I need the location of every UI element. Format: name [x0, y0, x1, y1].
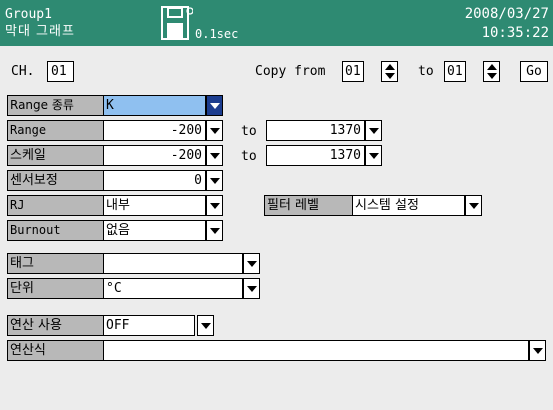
go-button[interactable]: Go — [520, 61, 548, 82]
range-type-label: Range 종류 — [7, 95, 104, 116]
math-use-label: 연산 사용 — [7, 315, 104, 336]
filter-level-field[interactable]: 시스템 설정 — [352, 195, 465, 216]
range-from-dropdown[interactable] — [206, 120, 223, 141]
copy-to-field[interactable]: 01 — [444, 61, 466, 82]
rj-label: RJ — [7, 195, 104, 216]
range-type-field[interactable]: K — [103, 95, 206, 116]
sensor-correction-label: 센서보정 — [7, 170, 104, 191]
sensor-correction-field[interactable]: 0 — [103, 170, 206, 191]
copy-to-label: to — [418, 64, 434, 79]
time-display: 10:35:22 — [481, 25, 549, 41]
math-expression-field[interactable] — [103, 340, 529, 361]
filter-level-dropdown[interactable] — [465, 195, 482, 216]
scale-from-dropdown[interactable] — [206, 145, 223, 166]
filter-level-label: 필터 레벨 — [264, 195, 353, 216]
floppy-disk-icon — [161, 6, 193, 40]
range-from-field[interactable]: -200 — [103, 120, 206, 141]
spin-up-icon — [385, 64, 395, 70]
sample-interval: 0.1sec — [195, 27, 239, 41]
burnout-label: Burnout — [7, 220, 104, 241]
spin-down-icon — [385, 73, 395, 79]
group-name: Group1 — [5, 7, 52, 22]
range-to-field[interactable]: 1370 — [266, 120, 365, 141]
unit-label: 단위 — [7, 278, 104, 299]
tag-field[interactable] — [103, 253, 243, 274]
rj-dropdown[interactable] — [206, 195, 223, 216]
range-to-label: to — [241, 124, 257, 139]
rj-field[interactable]: 내부 — [103, 195, 206, 216]
scale-to-label: to — [241, 149, 257, 164]
scale-label: 스케일 — [7, 145, 104, 166]
range-to-dropdown[interactable] — [365, 120, 382, 141]
spin-up-icon — [487, 64, 497, 70]
unit-field[interactable]: °C — [103, 278, 243, 299]
spin-down-icon — [487, 73, 497, 79]
burnout-field[interactable]: 없음 — [103, 220, 206, 241]
range-label: Range — [7, 120, 104, 141]
range-type-dropdown[interactable] — [206, 95, 223, 116]
burnout-dropdown[interactable] — [206, 220, 223, 241]
unit-dropdown[interactable] — [243, 278, 260, 299]
math-expression-dropdown[interactable] — [529, 340, 546, 361]
math-use-dropdown[interactable] — [197, 315, 214, 336]
tag-label: 태그 — [7, 253, 104, 274]
sensor-correction-dropdown[interactable] — [206, 170, 223, 191]
copy-from-spinner[interactable] — [381, 61, 398, 82]
title-bar: Group1 막대 그래프 0.1sec 2008/03/27 10:35:22 — [0, 0, 553, 46]
tag-dropdown[interactable] — [243, 253, 260, 274]
scale-from-field[interactable]: -200 — [103, 145, 206, 166]
scale-to-field[interactable]: 1370 — [266, 145, 365, 166]
copy-from-field[interactable]: 01 — [342, 61, 364, 82]
copy-to-spinner[interactable] — [483, 61, 500, 82]
math-use-field[interactable]: OFF — [103, 315, 195, 336]
screen-title: 막대 그래프 — [5, 24, 75, 39]
channel-field[interactable]: 01 — [47, 61, 74, 82]
copy-from-label: Copy from — [255, 64, 326, 79]
scale-to-dropdown[interactable] — [365, 145, 382, 166]
date-display: 2008/03/27 — [464, 6, 549, 22]
math-expression-label: 연산식 — [7, 340, 104, 361]
channel-label: CH. — [11, 64, 35, 79]
